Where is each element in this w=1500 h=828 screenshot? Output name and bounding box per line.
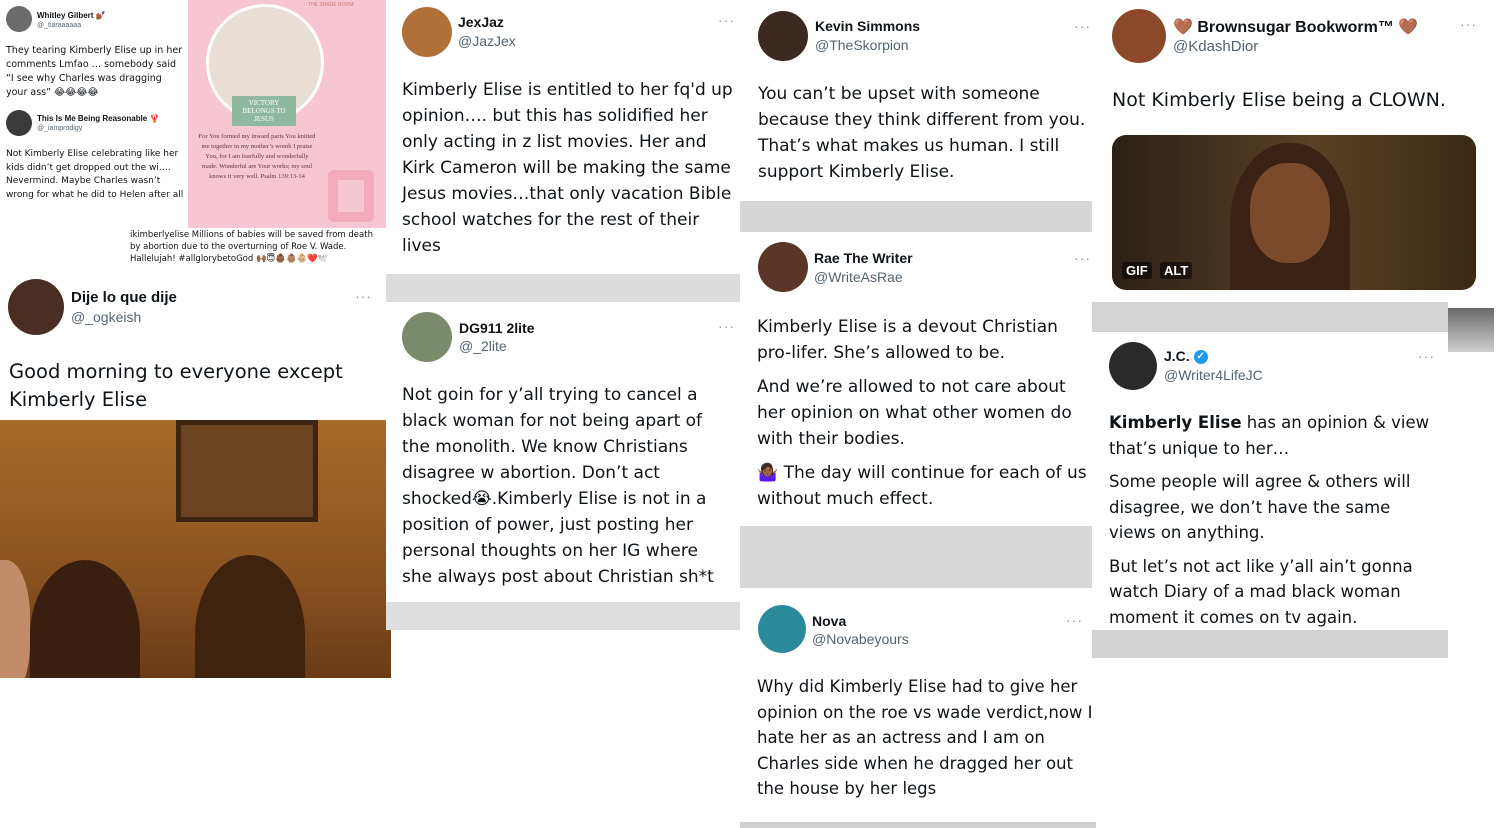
tweet-author-name[interactable]: This Is Me Being Reasonable 🦞 (37, 114, 159, 123)
alt-badge[interactable]: ALT (1160, 262, 1193, 279)
separator-bar (386, 602, 740, 630)
tweet-author-handle[interactable]: @_2lite (459, 338, 507, 354)
author-name-text[interactable]: J.C. (1164, 348, 1190, 364)
tweet-paragraph: And we’re allowed to not care about her … (757, 377, 1072, 449)
tweet-author-handle[interactable]: @KdashDior (1173, 38, 1258, 55)
watermark-letter (328, 170, 374, 222)
tweet-text: Kimberly Elise is entitled to her fq'd u… (402, 80, 733, 256)
separator-bar (1092, 302, 1448, 332)
tweet-author-handle[interactable]: @Writer4LifeJC (1164, 367, 1263, 383)
avatar[interactable] (8, 279, 64, 335)
tweet-card-kdash[interactable]: 🤎 Brownsugar Bookworm™ 🤎 @KdashDior ··· … (1096, 0, 1488, 302)
avatar[interactable] (402, 7, 452, 57)
avatar[interactable] (1109, 342, 1157, 390)
person (195, 555, 305, 678)
tweet-author-name[interactable]: Whitley Gilbert 💅🏾 (37, 11, 106, 20)
avatar[interactable] (1112, 9, 1166, 63)
tweet-text: Not Kimberly Elise being a CLOWN. (1112, 89, 1446, 111)
separator-bar (740, 822, 1096, 828)
tweet-media-image[interactable] (0, 420, 391, 678)
tweet-author-name[interactable]: Dije lo que dije (71, 289, 177, 306)
tweet-paragraph: Some people will agree & others will dis… (1109, 472, 1411, 542)
tweet-text: Why did Kimberly Elise had to give her o… (757, 677, 1093, 798)
tweet-media-gif[interactable]: GIF ALT (1112, 135, 1476, 290)
tweet-card-rae[interactable]: Rae The Writer @WriteAsRae ··· Kimberly … (740, 232, 1092, 526)
tweet-text: Good morning to everyone except Kimberly… (9, 360, 343, 411)
tweet-text: You can’t be upset with someone because … (758, 84, 1086, 182)
tweet-author-name[interactable]: DG911 2lite (459, 320, 535, 336)
tweet-card-nova[interactable]: Nova @Novabeyours ··· Why did Kimberly E… (740, 588, 1096, 822)
more-options-icon[interactable]: ··· (1460, 16, 1477, 32)
bold-name: Kimberly Elise (1109, 413, 1242, 432)
tweet-card-skorpion[interactable]: Kevin Simmons @TheSkorpion ··· You can’t… (740, 0, 1092, 201)
tweet-author-name[interactable]: Rae The Writer (814, 250, 913, 266)
instagram-caption: ikimberlyelise Millions of babies will b… (130, 230, 373, 264)
avatar[interactable] (758, 605, 806, 653)
tweet-author-handle[interactable]: @_ogkeish (71, 309, 141, 325)
tweet-text: Kimberly Elise has an opinion & view tha… (1109, 410, 1439, 630)
avatar[interactable] (402, 312, 452, 362)
more-options-icon[interactable]: ··· (718, 12, 735, 28)
more-options-icon[interactable]: ··· (718, 318, 735, 334)
more-options-icon[interactable]: ··· (1074, 18, 1091, 34)
avatar[interactable] (6, 110, 32, 136)
avatar[interactable] (758, 11, 808, 61)
collage-screenshot-topleft: Whitley Gilbert 💅🏾 @_tiaraaaaaa They tea… (0, 0, 386, 272)
tweet-author-handle[interactable]: @_tiaraaaaaa (37, 22, 81, 29)
tweet-paragraph: Kimberly Elise has an opinion & view tha… (1109, 410, 1439, 461)
framed-picture (176, 420, 318, 522)
tweet-author-handle[interactable]: @_iamprodigy (37, 125, 82, 132)
person (0, 560, 30, 678)
verified-badge-icon: ✓ (1193, 350, 1208, 365)
banner-label: VICTORY BELONGS TO JESUS (232, 96, 296, 126)
tweet-text: Kimberly Elise is a devout Christian pro… (757, 314, 1087, 520)
tweet-author-name[interactable]: JexJaz (458, 14, 504, 30)
gif-badge: GIF (1122, 262, 1152, 279)
separator-bar (740, 526, 1092, 588)
tweet-card-ogkeish[interactable]: Dije lo que dije @_ogkeish ··· Good morn… (0, 272, 386, 420)
tweet-author-name[interactable]: J.C. ✓ (1164, 348, 1208, 365)
psalm-verse: For You formed my inward parts You knitt… (198, 133, 316, 180)
tweet-author-handle[interactable]: @Novabeyours (812, 631, 909, 647)
more-options-icon[interactable]: ··· (1066, 612, 1083, 628)
separator-bar (386, 274, 740, 302)
more-options-icon[interactable]: ··· (355, 288, 372, 304)
instagram-post-image: VICTORY BELONGS TO JESUS For You formed … (188, 0, 386, 228)
more-options-icon[interactable]: ··· (1074, 250, 1091, 266)
person (30, 560, 140, 678)
more-options-icon[interactable]: ··· (1418, 348, 1435, 364)
tweet-text: Not goin for y’all trying to cancel a bl… (402, 385, 714, 587)
tweet-card-jc[interactable]: J.C. ✓ @Writer4LifeJC ··· Kimberly Elise … (1092, 332, 1448, 630)
tweet-author-handle[interactable]: @TheSkorpion (815, 37, 909, 53)
separator-bar (1448, 308, 1494, 352)
tweet-author-handle[interactable]: @JazJex (458, 33, 516, 49)
tweet-paragraph: 🤷🏾‍♀️ The day will continue for each of … (757, 463, 1087, 509)
separator-bar (1092, 630, 1448, 658)
tweet-paragraph: But let’s not act like y’all ain’t gonna… (1109, 556, 1413, 627)
tweet-author-name[interactable]: Nova (812, 613, 846, 629)
avatar[interactable] (758, 242, 808, 292)
tweet-card-jazjex[interactable]: JexJaz @JazJex ··· Kimberly Elise is ent… (386, 0, 740, 274)
tweet-card-dg911[interactable]: DG911 2lite @_2lite ··· Not goin for y’a… (386, 302, 740, 602)
tweet-author-name[interactable]: 🤎 Brownsugar Bookworm™ 🤎 (1173, 17, 1418, 37)
tweet-author-handle[interactable]: @WriteAsRae (814, 269, 903, 285)
watermark: THE SHADE ROOM (308, 2, 354, 8)
separator-bar (740, 201, 1092, 232)
person-face (1250, 163, 1330, 263)
avatar[interactable] (6, 6, 32, 32)
tweet-text: They tearing Kimberly Elise up in her co… (6, 45, 183, 98)
tweet-paragraph: Kimberly Elise is a devout Christian pro… (757, 317, 1058, 363)
tweet-text: Not Kimberly Elise celebrating like her … (6, 149, 184, 200)
tweet-author-name[interactable]: Kevin Simmons (815, 18, 920, 34)
